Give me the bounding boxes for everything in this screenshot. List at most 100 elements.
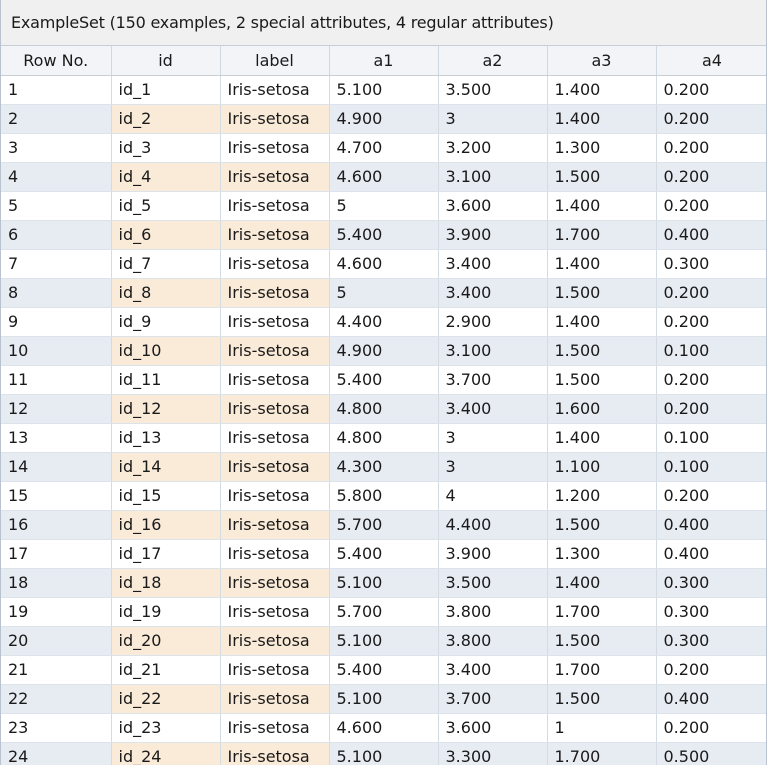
a1-cell[interactable]: 5 <box>329 278 439 308</box>
table-row[interactable]: 22 id_22 Iris-setosa 5.100 3.700 1.500 0.400 <box>1 684 766 714</box>
id-cell[interactable]: id_15 <box>111 481 221 511</box>
row-no-cell[interactable]: 8 <box>1 278 112 308</box>
a2-cell[interactable]: 3 <box>438 452 548 482</box>
table-row[interactable]: 3 id_3 Iris-setosa 4.700 3.200 1.300 0.200 <box>1 133 766 163</box>
column-header-row-no[interactable]: Row No. <box>1 46 112 76</box>
label-cell[interactable]: Iris-setosa <box>220 75 330 105</box>
a3-cell[interactable]: 1.400 <box>547 423 657 453</box>
label-cell[interactable]: Iris-setosa <box>220 742 330 765</box>
a1-cell[interactable]: 4.800 <box>329 394 439 424</box>
label-cell[interactable]: Iris-setosa <box>220 510 330 540</box>
label-cell[interactable]: Iris-setosa <box>220 162 330 192</box>
row-no-cell[interactable]: 22 <box>1 684 112 714</box>
table-row[interactable]: 6 id_6 Iris-setosa 5.400 3.900 1.700 0.400 <box>1 220 766 250</box>
a2-cell[interactable]: 3.700 <box>438 365 548 395</box>
column-header-a3[interactable]: a3 <box>547 46 657 76</box>
id-cell[interactable]: id_13 <box>111 423 221 453</box>
a2-cell[interactable]: 3.100 <box>438 162 548 192</box>
table-row[interactable]: 23 id_23 Iris-setosa 4.600 3.600 1 0.200 <box>1 713 766 743</box>
label-cell[interactable]: Iris-setosa <box>220 365 330 395</box>
label-cell[interactable]: Iris-setosa <box>220 539 330 569</box>
row-no-cell[interactable]: 9 <box>1 307 112 337</box>
a1-cell[interactable]: 5.100 <box>329 75 439 105</box>
id-cell[interactable]: id_24 <box>111 742 221 765</box>
table-row[interactable]: 4 id_4 Iris-setosa 4.600 3.100 1.500 0.200 <box>1 162 766 192</box>
a3-cell[interactable]: 1.500 <box>547 336 657 366</box>
id-cell[interactable]: id_20 <box>111 626 221 656</box>
a3-cell[interactable]: 1.600 <box>547 394 657 424</box>
a3-cell[interactable]: 1.500 <box>547 684 657 714</box>
column-header-id[interactable]: id <box>111 46 221 76</box>
table-row[interactable]: 21 id_21 Iris-setosa 5.400 3.400 1.700 0.200 <box>1 655 766 685</box>
row-no-cell[interactable]: 4 <box>1 162 112 192</box>
a3-cell[interactable]: 1.500 <box>547 278 657 308</box>
a4-cell[interactable]: 0.200 <box>656 713 766 743</box>
a3-cell[interactable]: 1.100 <box>547 452 657 482</box>
label-cell[interactable]: Iris-setosa <box>220 597 330 627</box>
id-cell[interactable]: id_16 <box>111 510 221 540</box>
a2-cell[interactable]: 3.700 <box>438 684 548 714</box>
a1-cell[interactable]: 4.400 <box>329 307 439 337</box>
a1-cell[interactable]: 4.700 <box>329 133 439 163</box>
a4-cell[interactable]: 0.100 <box>656 423 766 453</box>
row-no-cell[interactable]: 20 <box>1 626 112 656</box>
row-no-cell[interactable]: 19 <box>1 597 112 627</box>
a2-cell[interactable]: 3.100 <box>438 336 548 366</box>
row-no-cell[interactable]: 23 <box>1 713 112 743</box>
a1-cell[interactable]: 5.400 <box>329 365 439 395</box>
a1-cell[interactable]: 4.900 <box>329 336 439 366</box>
a4-cell[interactable]: 0.200 <box>656 307 766 337</box>
a1-cell[interactable]: 4.800 <box>329 423 439 453</box>
row-no-cell[interactable]: 18 <box>1 568 112 598</box>
a3-cell[interactable]: 1.300 <box>547 133 657 163</box>
column-header-a2[interactable]: a2 <box>438 46 548 76</box>
label-cell[interactable]: Iris-setosa <box>220 684 330 714</box>
a3-cell[interactable]: 1.400 <box>547 75 657 105</box>
a2-cell[interactable]: 3.900 <box>438 220 548 250</box>
a1-cell[interactable]: 5.400 <box>329 539 439 569</box>
a4-cell[interactable]: 0.100 <box>656 452 766 482</box>
a4-cell[interactable]: 0.200 <box>656 104 766 134</box>
a1-cell[interactable]: 5.100 <box>329 626 439 656</box>
row-no-cell[interactable]: 6 <box>1 220 112 250</box>
a2-cell[interactable]: 3.500 <box>438 568 548 598</box>
row-no-cell[interactable]: 13 <box>1 423 112 453</box>
a1-cell[interactable]: 5.800 <box>329 481 439 511</box>
id-cell[interactable]: id_2 <box>111 104 221 134</box>
a4-cell[interactable]: 0.200 <box>656 655 766 685</box>
a2-cell[interactable]: 3 <box>438 423 548 453</box>
table-row[interactable]: 8 id_8 Iris-setosa 5 3.400 1.500 0.200 <box>1 278 766 308</box>
a2-cell[interactable]: 3.400 <box>438 249 548 279</box>
table-row[interactable]: 11 id_11 Iris-setosa 5.400 3.700 1.500 0.200 <box>1 365 766 395</box>
a2-cell[interactable]: 4.400 <box>438 510 548 540</box>
column-header-a1[interactable]: a1 <box>329 46 439 76</box>
a1-cell[interactable]: 5.100 <box>329 742 439 765</box>
label-cell[interactable]: Iris-setosa <box>220 191 330 221</box>
a4-cell[interactable]: 0.200 <box>656 365 766 395</box>
a4-cell[interactable]: 0.200 <box>656 75 766 105</box>
label-cell[interactable]: Iris-setosa <box>220 452 330 482</box>
a4-cell[interactable]: 0.300 <box>656 568 766 598</box>
label-cell[interactable]: Iris-setosa <box>220 481 330 511</box>
a3-cell[interactable]: 1.700 <box>547 655 657 685</box>
id-cell[interactable]: id_6 <box>111 220 221 250</box>
row-no-cell[interactable]: 21 <box>1 655 112 685</box>
table-row[interactable]: 10 id_10 Iris-setosa 4.900 3.100 1.500 0.100 <box>1 336 766 366</box>
a3-cell[interactable]: 1.700 <box>547 220 657 250</box>
a3-cell[interactable]: 1.200 <box>547 481 657 511</box>
a3-cell[interactable]: 1.700 <box>547 742 657 765</box>
table-row[interactable]: 15 id_15 Iris-setosa 5.800 4 1.200 0.200 <box>1 481 766 511</box>
label-cell[interactable]: Iris-setosa <box>220 423 330 453</box>
a2-cell[interactable]: 3.900 <box>438 539 548 569</box>
id-cell[interactable]: id_12 <box>111 394 221 424</box>
table-row[interactable]: 2 id_2 Iris-setosa 4.900 3 1.400 0.200 <box>1 104 766 134</box>
table-row[interactable]: 9 id_9 Iris-setosa 4.400 2.900 1.400 0.200 <box>1 307 766 337</box>
a2-cell[interactable]: 3.400 <box>438 278 548 308</box>
id-cell[interactable]: id_9 <box>111 307 221 337</box>
a1-cell[interactable]: 5.700 <box>329 597 439 627</box>
id-cell[interactable]: id_10 <box>111 336 221 366</box>
a1-cell[interactable]: 5.700 <box>329 510 439 540</box>
row-no-cell[interactable]: 12 <box>1 394 112 424</box>
table-row[interactable]: 5 id_5 Iris-setosa 5 3.600 1.400 0.200 <box>1 191 766 221</box>
table-row[interactable]: 13 id_13 Iris-setosa 4.800 3 1.400 0.100 <box>1 423 766 453</box>
